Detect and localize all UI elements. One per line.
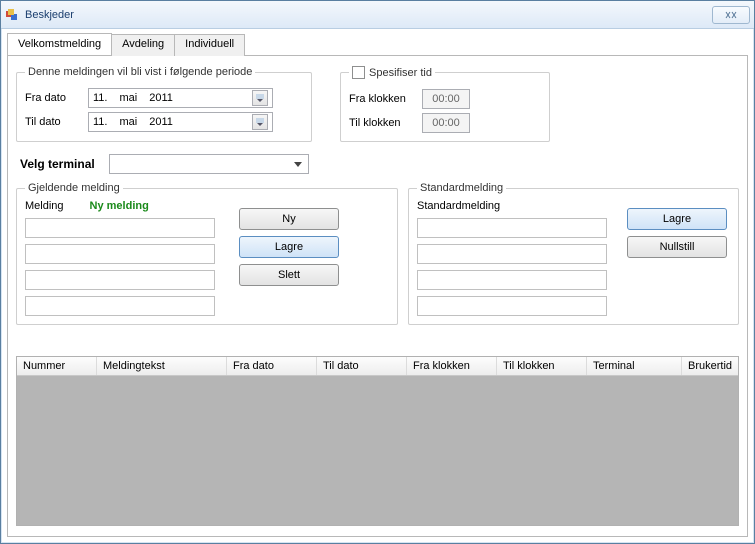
standard-legend: Standardmelding [417,182,506,194]
message-line-2[interactable] [25,244,215,264]
client-area: Velkomstmelding Avdeling Individuell Den… [1,29,754,543]
tab-individuell[interactable]: Individuell [174,34,245,56]
from-time-input[interactable]: 00:00 [422,89,470,109]
save-button[interactable]: Lagre [239,236,339,258]
tab-velkomstmelding[interactable]: Velkomstmelding [7,33,112,55]
specify-time-checkbox[interactable] [352,66,365,79]
table-header: Nummer Meldingtekst Fra dato Til dato Fr… [17,357,738,376]
messages-table: Nummer Meldingtekst Fra dato Til dato Fr… [16,356,739,526]
message-line-3[interactable] [25,270,215,290]
current-legend: Gjeldende melding [25,182,123,194]
from-time-label: Fra klokken [349,93,414,105]
ny-melding-label: Ny melding [90,200,149,212]
from-date-label: Fra dato [25,92,80,104]
col-nummer[interactable]: Nummer [17,357,97,375]
standard-line-4[interactable] [417,296,607,316]
delete-button[interactable]: Slett [239,264,339,286]
col-fradato[interactable]: Fra dato [227,357,317,375]
titlebar: Beskjeder [1,1,754,29]
window: Beskjeder Velkomstmelding Avdeling Indiv… [0,0,755,544]
tab-bar: Velkomstmelding Avdeling Individuell [7,33,748,56]
col-tilklokken[interactable]: Til klokken [497,357,587,375]
close-button[interactable] [712,6,750,24]
standard-line-3[interactable] [417,270,607,290]
col-terminal[interactable]: Terminal [587,357,682,375]
table-body[interactable] [17,376,738,525]
standard-message-group: Standardmelding Standardmelding Lagre Nu… [408,182,739,325]
message-line-4[interactable] [25,296,215,316]
col-meldingtekst[interactable]: Meldingtekst [97,357,227,375]
terminal-label: Velg terminal [20,157,95,171]
standard-line-1[interactable] [417,218,607,238]
time-legend: Spesifiser tid [369,67,432,79]
tab-avdeling[interactable]: Avdeling [111,34,175,56]
standard-line-2[interactable] [417,244,607,264]
standard-label: Standardmelding [417,200,607,212]
col-fraklokken[interactable]: Fra klokken [407,357,497,375]
to-date-label: Til dato [25,116,80,128]
to-time-label: Til klokken [349,117,414,129]
period-group: Denne meldingen vil bli vist i følgende … [16,66,312,142]
app-icon [5,7,21,23]
to-time-input[interactable]: 00:00 [422,113,470,133]
col-tildato[interactable]: Til dato [317,357,407,375]
from-date-picker[interactable]: 11. mai 2011 [88,88,273,108]
standard-reset-button[interactable]: Nullstill [627,236,727,258]
time-group: Spesifiser tid Fra klokken 00:00 Til klo… [340,66,550,142]
chevron-down-icon [294,162,302,167]
col-brukertid[interactable]: Brukertid [682,357,738,375]
chevron-down-icon [252,90,268,106]
chevron-down-icon [252,114,268,130]
tab-panel: Denne meldingen vil bli vist i følgende … [7,56,748,537]
window-title: Beskjeder [25,9,74,21]
period-legend: Denne meldingen vil bli vist i følgende … [25,66,255,78]
current-message-group: Gjeldende melding Melding Ny melding [16,182,398,325]
melding-label: Melding [25,200,64,212]
close-icon [725,11,737,19]
new-button[interactable]: Ny [239,208,339,230]
to-date-picker[interactable]: 11. mai 2011 [88,112,273,132]
terminal-select[interactable] [109,154,309,174]
standard-save-button[interactable]: Lagre [627,208,727,230]
message-line-1[interactable] [25,218,215,238]
